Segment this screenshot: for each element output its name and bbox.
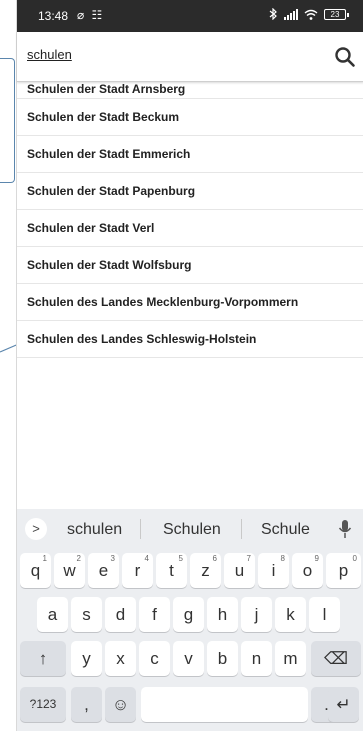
list-item[interactable]: Schulen der Stadt Papenburg	[17, 173, 363, 210]
comma-key[interactable]: ,	[71, 687, 102, 722]
key-a[interactable]: a	[37, 597, 68, 632]
key-b[interactable]: b	[207, 641, 238, 676]
key-n[interactable]: n	[241, 641, 272, 676]
suggestion-word[interactable]: Schulen	[163, 521, 221, 539]
shift-key[interactable]: ↑	[20, 641, 66, 676]
key-e[interactable]: e3	[88, 553, 119, 588]
suggestion-divider	[140, 519, 141, 539]
suggestion-word[interactable]: Schule	[261, 521, 310, 539]
key-g[interactable]: g	[173, 597, 204, 632]
list-item[interactable]: Schulen der Stadt Verl	[17, 210, 363, 247]
key-r[interactable]: r4	[122, 553, 153, 588]
microphone-icon[interactable]	[338, 519, 352, 539]
status-time: 13:48	[38, 9, 69, 23]
status-right-icons: 23	[269, 8, 349, 20]
side-callout-frame	[0, 58, 15, 183]
keyboard-suggestion-bar: > schulen Schulen Schule	[17, 509, 363, 549]
key-c[interactable]: c	[139, 641, 170, 676]
bluetooth-icon	[269, 8, 277, 20]
expand-toolbar-icon[interactable]: >	[25, 518, 47, 540]
search-results-list: Schulen der Stadt Arnsberg Schulen der S…	[17, 82, 363, 358]
search-header	[17, 32, 363, 82]
key-q[interactable]: q1	[20, 553, 51, 588]
key-i[interactable]: i8	[258, 553, 289, 588]
key-l[interactable]: l	[309, 597, 340, 632]
search-input[interactable]	[27, 47, 307, 62]
key-f[interactable]: f	[139, 597, 170, 632]
key-z[interactable]: z6	[190, 553, 221, 588]
suggestion-word[interactable]: schulen	[67, 521, 122, 539]
key-x[interactable]: x	[105, 641, 136, 676]
search-icon[interactable]	[334, 46, 356, 68]
key-y[interactable]: y	[71, 641, 102, 676]
key-w[interactable]: w2	[54, 553, 85, 588]
key-d[interactable]: d	[105, 597, 136, 632]
enter-key[interactable]: ↵	[328, 687, 359, 722]
list-item[interactable]: Schulen der Stadt Beckum	[17, 99, 363, 136]
wifi-icon	[304, 9, 318, 20]
key-u[interactable]: u7	[224, 553, 255, 588]
key-k[interactable]: k	[275, 597, 306, 632]
list-item[interactable]: Schulen der Stadt Emmerich	[17, 136, 363, 173]
suggestion-divider	[241, 519, 242, 539]
key-p[interactable]: p0	[326, 553, 361, 588]
emoji-key[interactable]: ☺	[105, 687, 136, 722]
backspace-key[interactable]: ⌫	[311, 641, 361, 676]
phone-screen: 13:48 ⌀ ☷ 23 Schulen der Stadt Arnsberg	[16, 0, 363, 731]
signal-icon	[284, 8, 298, 20]
battery-icon: 23	[324, 8, 349, 20]
status-bar: 13:48 ⌀ ☷ 23	[17, 0, 363, 32]
list-item[interactable]: Schulen des Landes Schleswig-Holstein	[17, 321, 363, 358]
key-j[interactable]: j	[241, 597, 272, 632]
key-h[interactable]: h	[207, 597, 238, 632]
list-item[interactable]: Schulen des Landes Mecklenburg-Vorpommer…	[17, 284, 363, 321]
key-s[interactable]: s	[71, 597, 102, 632]
list-item[interactable]: Schulen der Stadt Wolfsburg	[17, 247, 363, 284]
key-t[interactable]: t5	[156, 553, 187, 588]
notification-icons: ⌀ ☷	[77, 8, 105, 22]
soft-keyboard: > schulen Schulen Schule q1 w2 e3 r4 t5 …	[17, 509, 363, 731]
key-v[interactable]: v	[173, 641, 204, 676]
symbols-key[interactable]: ?123	[20, 687, 66, 722]
space-bar[interactable]	[141, 687, 308, 722]
key-m[interactable]: m	[275, 641, 306, 676]
key-o[interactable]: o9	[292, 553, 323, 588]
list-item[interactable]: Schulen der Stadt Arnsberg	[17, 82, 363, 99]
